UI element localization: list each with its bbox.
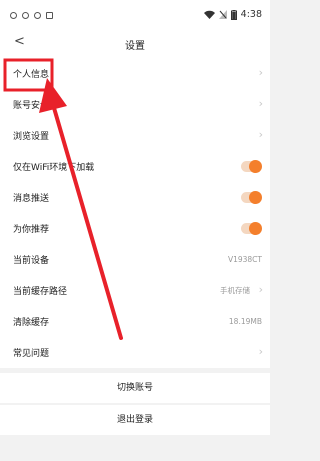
settings-row-label: 当前缓存路径 bbox=[13, 287, 68, 297]
settings-row-value: V1938CT bbox=[227, 255, 262, 264]
notification-icon bbox=[10, 12, 17, 19]
settings-row-label: 清除缓存 bbox=[13, 318, 50, 328]
signal-icon bbox=[218, 10, 227, 19]
settings-row-personal-info[interactable]: 个人信息 › bbox=[0, 58, 270, 89]
notification-icon bbox=[34, 12, 41, 19]
settings-row-wifi-only[interactable]: 仅在WiFi环境下加载 bbox=[0, 151, 270, 182]
status-bar: 4:38 bbox=[0, 0, 270, 28]
switch-account-button[interactable]: 切换账号 bbox=[0, 373, 270, 403]
page-title: 设置 bbox=[125, 41, 145, 52]
logout-button[interactable]: 退出登录 bbox=[0, 405, 270, 435]
chevron-right-icon: › bbox=[258, 128, 263, 141]
toggle-switch[interactable] bbox=[241, 160, 262, 173]
notification-icon bbox=[46, 12, 53, 19]
chevron-right-icon: › bbox=[258, 345, 263, 358]
settings-row-label: 仅在WiFi环境下加载 bbox=[13, 163, 95, 173]
clock: 4:38 bbox=[240, 9, 262, 20]
settings-row-account-security[interactable]: 账号安全 › bbox=[0, 89, 270, 120]
chevron-right-icon: › bbox=[258, 66, 263, 79]
settings-row-browse-settings[interactable]: 浏览设置 › bbox=[0, 120, 270, 151]
settings-row-label: 消息推送 bbox=[13, 194, 50, 204]
notification-icon bbox=[22, 12, 29, 19]
settings-row-label: 浏览设置 bbox=[13, 132, 50, 142]
settings-row-faq[interactable]: 常见问题 › bbox=[0, 337, 270, 368]
settings-row-label: 常见问题 bbox=[13, 349, 50, 359]
settings-row-value: 18.19MB bbox=[228, 317, 262, 326]
settings-row-cache-path[interactable]: 当前缓存路径 手机存储 › bbox=[0, 275, 270, 306]
nav-bar: < 设置 bbox=[0, 28, 270, 58]
settings-row-push-notifications[interactable]: 消息推送 bbox=[0, 182, 270, 213]
chevron-right-icon: › bbox=[258, 97, 263, 110]
toggle-knob bbox=[249, 160, 262, 173]
notification-icons bbox=[10, 12, 53, 19]
settings-row-value: 手机存储 bbox=[220, 286, 250, 295]
settings-row-clear-cache[interactable]: 清除缓存 18.19MB bbox=[0, 306, 270, 337]
settings-row-label: 为你推荐 bbox=[13, 225, 50, 235]
status-indicators: 4:38 bbox=[203, 9, 262, 20]
chevron-right-icon: › bbox=[258, 283, 263, 296]
toggle-knob bbox=[249, 191, 262, 204]
settings-row-label: 当前设备 bbox=[13, 256, 50, 266]
toggle-switch[interactable] bbox=[241, 191, 262, 204]
toggle-knob bbox=[249, 222, 262, 235]
wifi-icon bbox=[203, 10, 215, 19]
settings-row-recommendations[interactable]: 为你推荐 bbox=[0, 213, 270, 244]
settings-row-label: 账号安全 bbox=[13, 101, 50, 111]
battery-icon bbox=[230, 9, 237, 20]
settings-row-label: 个人信息 bbox=[13, 70, 50, 80]
settings-row-current-device[interactable]: 当前设备 V1938CT bbox=[0, 244, 270, 275]
settings-list: 个人信息 › 账号安全 › 浏览设置 › 仅在WiFi环境下加载 消息推送为你推荐当前设备 V1… bbox=[0, 58, 270, 368]
toggle-switch[interactable] bbox=[241, 222, 262, 235]
